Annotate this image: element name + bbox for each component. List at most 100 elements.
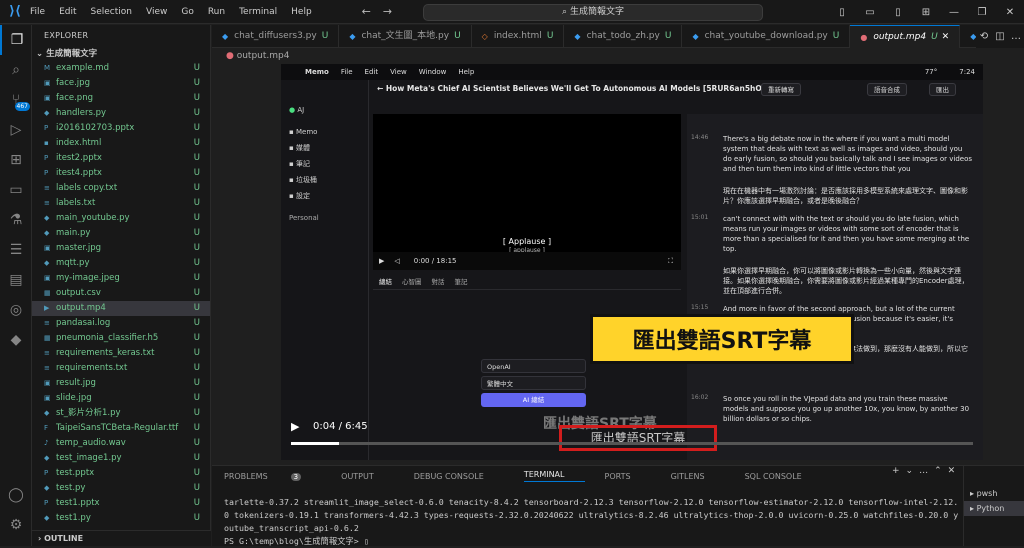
summary-tab[interactable]: 筆記: [455, 276, 468, 289]
more-icon[interactable]: …: [919, 466, 928, 476]
menu-item-terminal[interactable]: Terminal: [239, 7, 277, 17]
ai-summary-button[interactable]: AI 總結: [481, 393, 586, 407]
fullscreen-icon[interactable]: ⛶: [668, 257, 673, 266]
video-progress-bar[interactable]: [291, 442, 973, 445]
close-panel-icon[interactable]: ✕: [948, 466, 956, 476]
file-item[interactable]: ▪ index.html U: [32, 136, 210, 151]
maximize-panel-icon[interactable]: ⌃: [934, 466, 942, 476]
editor-tab[interactable]: ◆ chat_文生圖_本地.py U: [339, 25, 472, 48]
file-item[interactable]: ◆ main_youtube.py U: [32, 211, 210, 226]
new-terminal-icon[interactable]: +: [892, 466, 900, 476]
split-editor-icon[interactable]: ◫: [992, 31, 1008, 42]
editor-tab[interactable]: ◇ index.html U: [472, 25, 565, 48]
workspace-folder[interactable]: ⌄ 生成簡報文字: [32, 47, 210, 61]
file-item[interactable]: ◆ test_image1.py U: [32, 451, 210, 466]
layout-right-icon[interactable]: ▯: [884, 7, 912, 18]
menu-item-edit[interactable]: Edit: [59, 7, 76, 17]
account-icon[interactable]: ◯: [0, 480, 32, 510]
file-item[interactable]: ≡ labels.txt U: [32, 196, 210, 211]
more-actions-icon[interactable]: …: [1008, 31, 1024, 42]
file-item[interactable]: ≡ pandasai.log U: [32, 316, 210, 331]
video-preview[interactable]: Memo File Edit View Window Help 77° 7:24 ● AJ…: [281, 64, 983, 460]
summary-tab[interactable]: 心智圖: [402, 276, 422, 289]
command-center-search[interactable]: ⌕ 生成簡報文字: [423, 4, 763, 21]
panel-tab-debug-console[interactable]: DEBUG CONSOLE: [414, 472, 504, 481]
file-item[interactable]: ▣ result.jpg U: [32, 376, 210, 391]
docker-icon[interactable]: ◆: [0, 325, 32, 355]
breadcrumb[interactable]: ● output.mp4: [212, 48, 1024, 64]
file-item[interactable]: Ptest.pptx U: [32, 466, 210, 481]
source-control-icon[interactable]: ⑂ 467: [0, 85, 32, 115]
file-item[interactable]: ≡ labels copy.txt U: [32, 181, 210, 196]
menu-item-file[interactable]: File: [30, 7, 45, 17]
file-item[interactable]: ▶ output.mp4 U: [32, 301, 210, 316]
menu-item-go[interactable]: Go: [181, 7, 193, 17]
file-item[interactable]: ▣ master.jpg U: [32, 241, 210, 256]
back-icon[interactable]: ←: [377, 84, 386, 93]
summary-tab[interactable]: 對話: [432, 276, 445, 289]
file-item[interactable]: ▦ pneumonia_classifier.h5 U: [32, 331, 210, 346]
file-item[interactable]: Mexample.md U: [32, 61, 210, 76]
close-tab-icon[interactable]: ✕: [942, 26, 950, 49]
file-item[interactable]: ◆ test.py U: [32, 481, 210, 496]
file-item[interactable]: ◆ test1.py U: [32, 511, 210, 526]
file-item[interactable]: ≡ requirements.txt U: [32, 361, 210, 376]
file-item[interactable]: ♪ temp_audio.wav U: [32, 436, 210, 451]
outline-section[interactable]: › OUTLINE: [32, 530, 211, 546]
volume-icon[interactable]: ◁: [394, 257, 399, 265]
explorer-icon[interactable]: ❐: [0, 25, 32, 55]
panel-tab-sql-console[interactable]: SQL CONSOLE: [745, 472, 822, 481]
app-nav-item[interactable]: ▪ 垃圾桶: [281, 172, 368, 188]
menu-item-view[interactable]: View: [146, 7, 167, 17]
speech-synthesis-button[interactable]: 語音合成: [867, 83, 907, 96]
panel-tab-terminal[interactable]: TERMINAL: [523, 470, 585, 482]
editor-tab[interactable]: ◆ chat_todo_zh.py U: [564, 25, 683, 48]
summary-tab[interactable]: 總結: [379, 276, 392, 289]
terminal-dropdown-icon[interactable]: ⌄: [906, 466, 914, 476]
panel-tab-output[interactable]: OUTPUT: [341, 472, 394, 481]
retranscribe-button[interactable]: 重新轉寫: [761, 83, 801, 96]
language-select[interactable]: 繁體中文: [481, 376, 586, 390]
panel-tab-problems[interactable]: PROBLEMS 3: [224, 472, 321, 481]
file-item[interactable]: Pitest2.pptx U: [32, 151, 210, 166]
file-item[interactable]: ▣ my-image.jpeg U: [32, 271, 210, 286]
app-nav-item[interactable]: ▪ 筆記: [281, 156, 368, 172]
file-item[interactable]: ▦ output.csv U: [32, 286, 210, 301]
file-item[interactable]: ◆ main.py U: [32, 226, 210, 241]
database-icon[interactable]: ☰: [0, 235, 32, 265]
close-window-button[interactable]: ✕: [996, 7, 1024, 18]
export-button[interactable]: 匯出: [929, 83, 956, 96]
terminal-output[interactable]: tarlette-0.37.2 streamlit_image_select-0…: [224, 496, 959, 548]
editor-tab[interactable]: ◆ chat_diffusers3.py U: [212, 25, 340, 48]
customize-layout-icon[interactable]: ⊞: [912, 7, 940, 18]
menu-item-selection[interactable]: Selection: [91, 7, 132, 17]
provider-select[interactable]: OpenAI: [481, 359, 586, 373]
layout-panel-icon[interactable]: ▭: [856, 7, 884, 18]
file-item[interactable]: Pi2016102703.pptx U: [32, 121, 210, 136]
app-nav-item[interactable]: ▪ Memo: [281, 124, 368, 140]
play-icon[interactable]: ▶: [379, 257, 384, 265]
layout-sidebar-icon[interactable]: ▯: [828, 7, 856, 18]
embedded-player[interactable]: [ Applause ] [ applause ]: [373, 114, 681, 270]
search-icon[interactable]: ⌕: [0, 55, 32, 85]
file-item[interactable]: F TaipeiSansTCBeta-Regular.ttf U: [32, 421, 210, 436]
gitlens-icon[interactable]: ◎: [0, 295, 32, 325]
maximize-button[interactable]: ❐: [968, 7, 996, 18]
terminal-pwsh[interactable]: ▸ pwsh: [964, 486, 1024, 501]
terminal-python[interactable]: ▸ Python: [964, 501, 1024, 516]
user-profile[interactable]: ● AJ: [281, 102, 368, 118]
testing-icon[interactable]: ⚗: [0, 205, 32, 235]
compare-icon[interactable]: ⟲: [976, 31, 992, 42]
run-debug-icon[interactable]: ▷: [0, 115, 32, 145]
folder-icon[interactable]: ▤: [0, 265, 32, 295]
forward-arrow-icon[interactable]: →: [383, 5, 392, 18]
file-item[interactable]: ≡ requirements_keras.txt U: [32, 346, 210, 361]
menu-item-help[interactable]: Help: [291, 7, 312, 17]
remote-explorer-icon[interactable]: ▭: [0, 175, 32, 205]
file-item[interactable]: ▣ face.png U: [32, 91, 210, 106]
file-item[interactable]: Pitest4.pptx U: [32, 166, 210, 181]
video-play-icon[interactable]: ▶: [291, 420, 299, 433]
file-item[interactable]: ▣ slide.jpg U: [32, 391, 210, 406]
panel-tab-ports[interactable]: PORTS: [605, 472, 651, 481]
editor-tab[interactable]: ● output.mp4 U ✕: [850, 25, 961, 49]
